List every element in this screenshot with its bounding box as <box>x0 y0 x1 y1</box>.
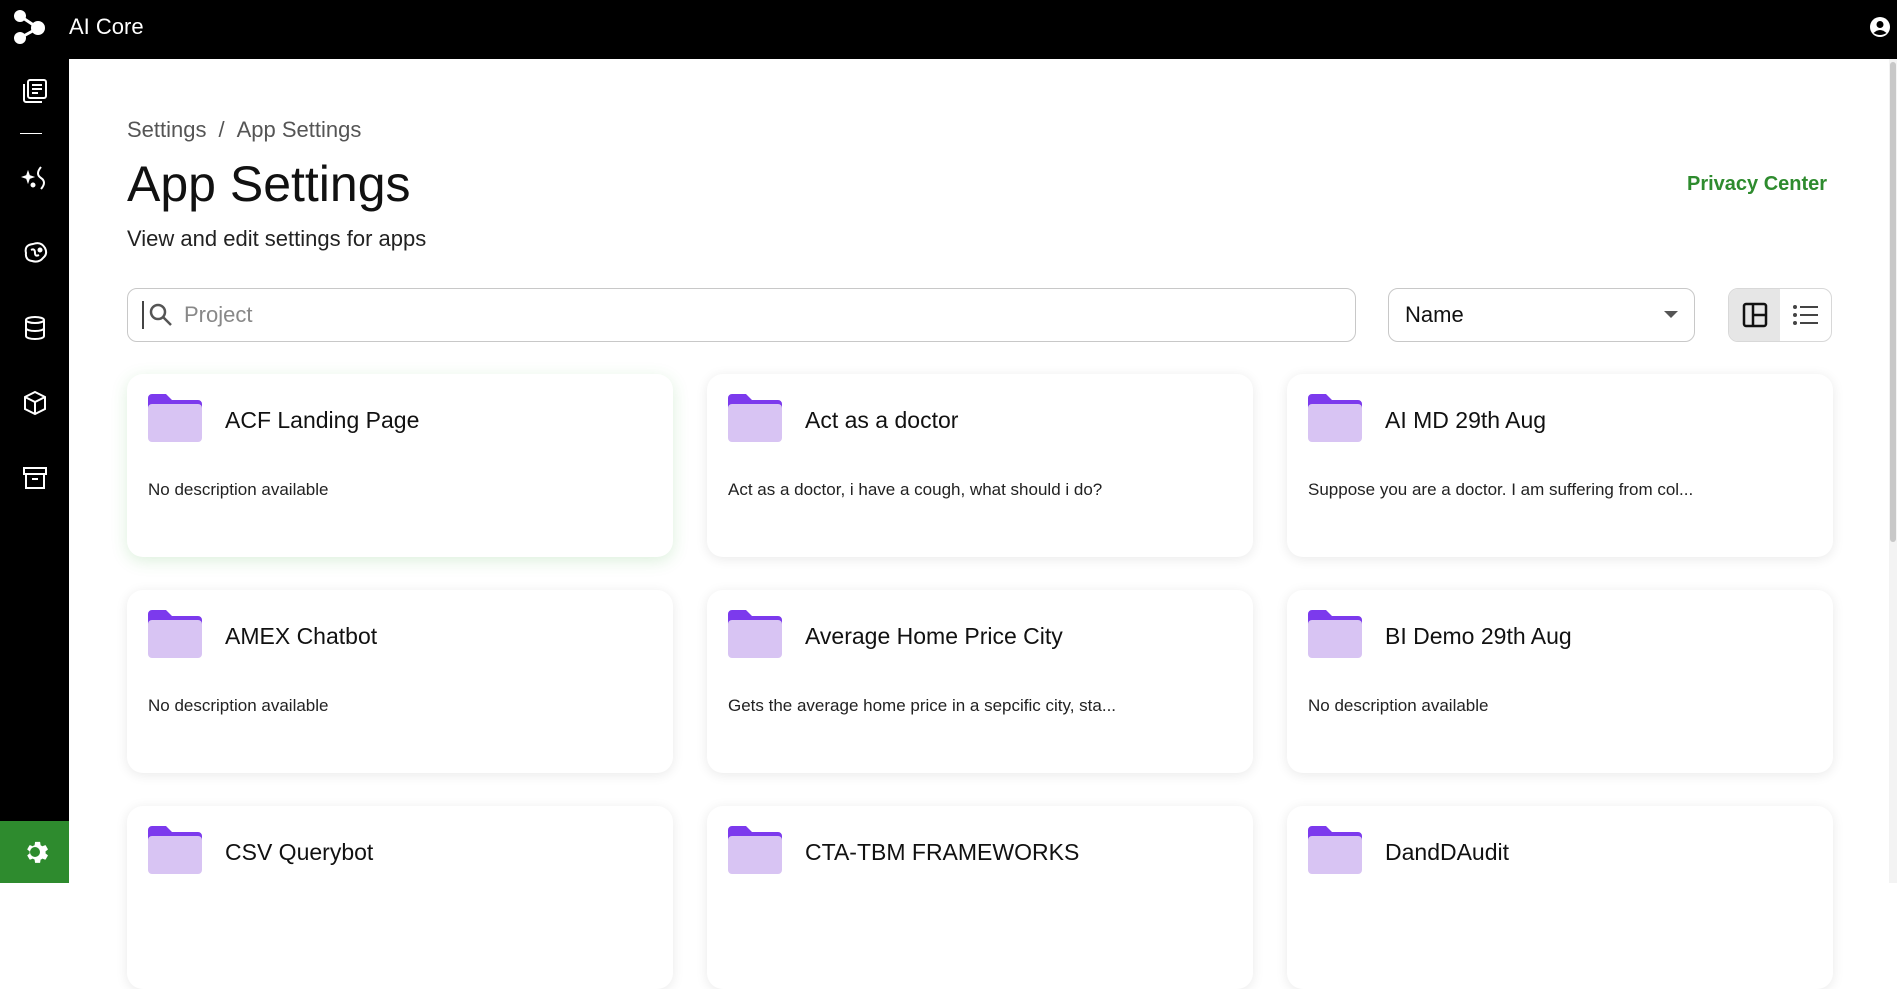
sparkle-wand-icon <box>20 166 45 190</box>
grid-view-button[interactable] <box>1729 289 1780 341</box>
project-description: No description available <box>148 696 329 715</box>
brain-icon <box>24 242 47 263</box>
sidebar-item-library[interactable] <box>0 65 69 117</box>
project-title: ACF Landing Page <box>225 407 420 433</box>
scrollbar-thumb[interactable] <box>1890 62 1896 542</box>
cube-icon <box>23 390 46 416</box>
view-toggle <box>1728 288 1832 342</box>
project-card[interactable]: DandDAudit <box>1287 806 1833 989</box>
list-icon <box>1792 305 1818 325</box>
project-description: No description available <box>1308 696 1489 715</box>
folder-icon <box>728 826 782 874</box>
privacy-center-link[interactable]: Privacy Center <box>1687 173 1827 196</box>
sidebar-item-models[interactable] <box>0 227 69 279</box>
sort-select[interactable]: Name <box>1388 288 1695 342</box>
folder-icon <box>1308 826 1362 874</box>
project-title: CSV Querybot <box>225 839 374 865</box>
project-card[interactable]: Act as a doctor Act as a doctor, i have … <box>707 374 1253 557</box>
folder-icon <box>148 826 202 874</box>
archive-icon <box>22 467 47 489</box>
project-title: CTA-TBM FRAMEWORKS <box>805 839 1080 865</box>
breadcrumb-settings[interactable]: Settings <box>127 117 207 143</box>
project-title: Act as a doctor <box>805 407 959 433</box>
breadcrumb: Settings / App Settings <box>127 117 361 143</box>
sidebar <box>0 59 69 883</box>
text-cursor <box>142 301 144 329</box>
project-title: AI MD 29th Aug <box>1385 407 1547 433</box>
user-account-icon[interactable] <box>1869 16 1891 38</box>
project-description: Suppose you are a doctor. I am suffering… <box>1308 480 1694 499</box>
search-icon <box>149 303 172 326</box>
project-card[interactable]: CSV Querybot <box>127 806 673 989</box>
folder-icon <box>1308 610 1362 658</box>
app-title: AI Core <box>69 14 144 39</box>
library-icon <box>22 79 47 103</box>
project-title: AMEX Chatbot <box>225 623 378 649</box>
vertical-scrollbar[interactable] <box>1889 59 1897 883</box>
project-card[interactable]: AI MD 29th Aug Suppose you are a doctor.… <box>1287 374 1833 557</box>
top-bar: AI Core <box>0 0 1897 59</box>
sidebar-item-prompt[interactable] <box>0 152 69 204</box>
sort-select-value: Name <box>1405 302 1464 327</box>
list-view-button[interactable] <box>1780 289 1831 341</box>
database-icon <box>24 316 45 341</box>
sidebar-item-settings[interactable] <box>0 821 69 883</box>
project-card[interactable]: BI Demo 29th Aug No description availabl… <box>1287 590 1833 773</box>
sidebar-item-archive[interactable] <box>0 452 69 504</box>
project-title: Average Home Price City <box>805 623 1063 649</box>
project-description: Gets the average home price in a sepcifi… <box>728 696 1117 715</box>
ai-core-logo-icon[interactable] <box>12 8 52 48</box>
gear-icon <box>26 841 48 863</box>
project-card[interactable]: Average Home Price City Gets the average… <box>707 590 1253 773</box>
grid-layout-icon <box>1742 302 1767 328</box>
project-description: Act as a doctor, i have a cough, what sh… <box>728 480 1103 499</box>
project-card[interactable]: AMEX Chatbot No description available <box>127 590 673 773</box>
folder-icon <box>148 610 202 658</box>
main-content: Settings / App Settings App Settings Vie… <box>69 59 1897 989</box>
search-input[interactable] <box>184 302 1284 328</box>
project-card[interactable]: CTA-TBM FRAMEWORKS <box>707 806 1253 989</box>
folder-icon <box>728 394 782 442</box>
breadcrumb-separator: / <box>218 117 225 142</box>
folder-icon <box>728 610 782 658</box>
page-subtitle: View and edit settings for apps <box>127 226 427 251</box>
caret-down-icon <box>1664 311 1678 318</box>
project-card[interactable]: ACF Landing Page No description availabl… <box>127 374 673 557</box>
project-description: No description available <box>148 480 329 499</box>
folder-icon <box>148 394 202 442</box>
sidebar-divider <box>20 133 42 134</box>
sidebar-item-databases[interactable] <box>0 302 69 354</box>
project-title: BI Demo 29th Aug <box>1385 623 1572 649</box>
breadcrumb-current: App Settings <box>236 117 362 142</box>
project-title: DandDAudit <box>1385 839 1510 865</box>
page-title: App Settings <box>127 156 411 212</box>
folder-icon <box>1308 394 1362 442</box>
sidebar-item-storage[interactable] <box>0 377 69 429</box>
search-box[interactable] <box>127 288 1356 342</box>
